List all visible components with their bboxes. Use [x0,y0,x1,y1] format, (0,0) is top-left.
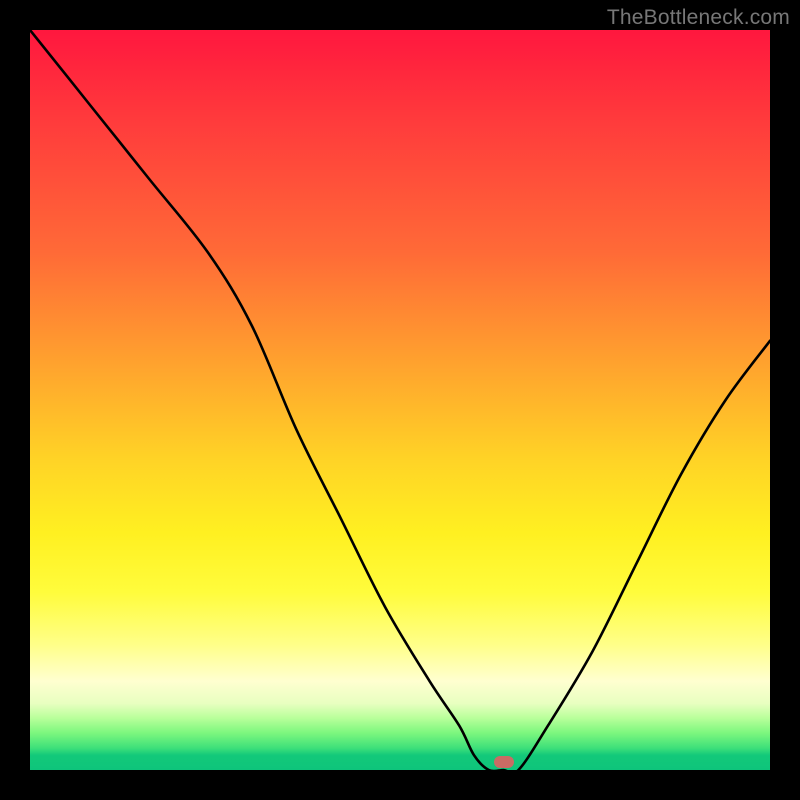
chart-stage: TheBottleneck.com [0,0,800,800]
plot-area [30,30,770,770]
optimal-point-marker [494,756,514,768]
bottleneck-curve [30,30,770,770]
watermark-text: TheBottleneck.com [607,6,790,30]
